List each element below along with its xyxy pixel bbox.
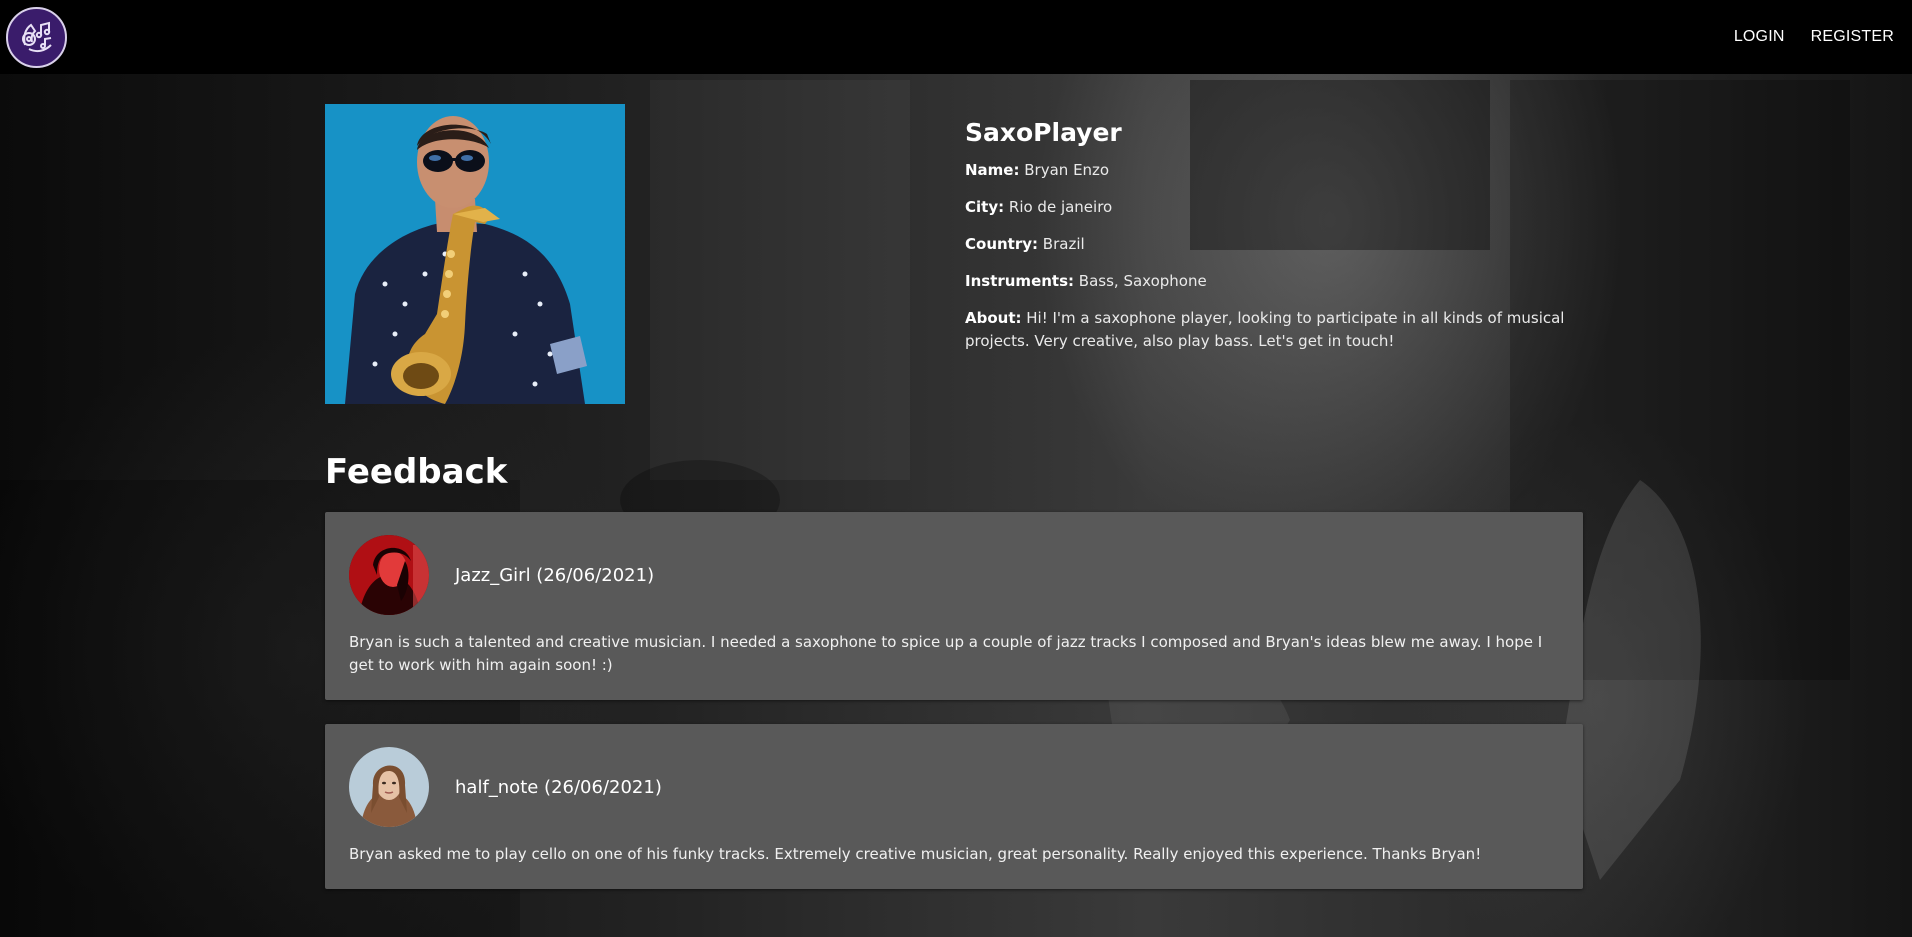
feedback-card: half_note (26/06/2021) Bryan asked me to…	[325, 724, 1583, 889]
music-note-hand-icon	[21, 21, 52, 53]
username-heading: SaxoPlayer	[965, 118, 1122, 147]
instruments-label: Instruments:	[965, 272, 1075, 290]
about-label: About:	[965, 309, 1022, 327]
about-field: About: Hi! I'm a saxophone player, looki…	[965, 307, 1585, 353]
name-value: Bryan Enzo	[1024, 161, 1110, 179]
feedback-card-header: half_note (26/06/2021)	[349, 747, 1559, 827]
profile-photo	[325, 104, 625, 404]
name-label: Name:	[965, 161, 1020, 179]
login-link[interactable]: LOGIN	[1734, 28, 1785, 46]
main-content: SaxoPlayer Name: Bryan Enzo City: Rio de…	[325, 104, 1583, 913]
feedback-text: Bryan asked me to play cello on one of h…	[349, 845, 1482, 863]
register-link[interactable]: REGISTER	[1811, 28, 1894, 46]
nav-links: LOGIN REGISTER	[1734, 28, 1894, 46]
about-value: Hi! I'm a saxophone player, looking to p…	[965, 309, 1565, 350]
half-note-avatar-image	[349, 747, 429, 827]
instruments-field: Instruments: Bass, Saxophone	[965, 270, 1585, 293]
logo[interactable]	[6, 6, 67, 68]
avatar[interactable]	[349, 535, 429, 615]
top-navbar: LOGIN REGISTER	[0, 0, 1912, 74]
city-label: City:	[965, 198, 1005, 216]
saxophone-player-photo	[325, 104, 625, 404]
avatar[interactable]	[349, 747, 429, 827]
city-value: Rio de janeiro	[1008, 198, 1113, 216]
feedback-heading: Feedback	[325, 452, 508, 492]
feedback-card-header: Jazz_Girl (26/06/2021)	[349, 535, 1559, 615]
feedback-author: Jazz_Girl (26/06/2021)	[455, 564, 655, 586]
instruments-value: Bass, Saxophone	[1078, 272, 1207, 290]
profile-section: SaxoPlayer Name: Bryan Enzo City: Rio de…	[325, 104, 1583, 404]
name-field: Name: Bryan Enzo	[965, 159, 1585, 182]
feedback-card: Jazz_Girl (26/06/2021) Bryan is such a t…	[325, 512, 1583, 700]
country-label: Country:	[965, 235, 1039, 253]
jazz-girl-avatar-image	[349, 535, 429, 615]
profile-info: SaxoPlayer Name: Bryan Enzo City: Rio de…	[965, 118, 1585, 367]
feedback-text: Bryan is such a talented and creative mu…	[349, 633, 1543, 674]
country-field: Country: Brazil	[965, 233, 1585, 256]
feedback-author: half_note (26/06/2021)	[455, 776, 662, 798]
city-field: City: Rio de janeiro	[965, 196, 1585, 219]
country-value: Brazil	[1042, 235, 1085, 253]
